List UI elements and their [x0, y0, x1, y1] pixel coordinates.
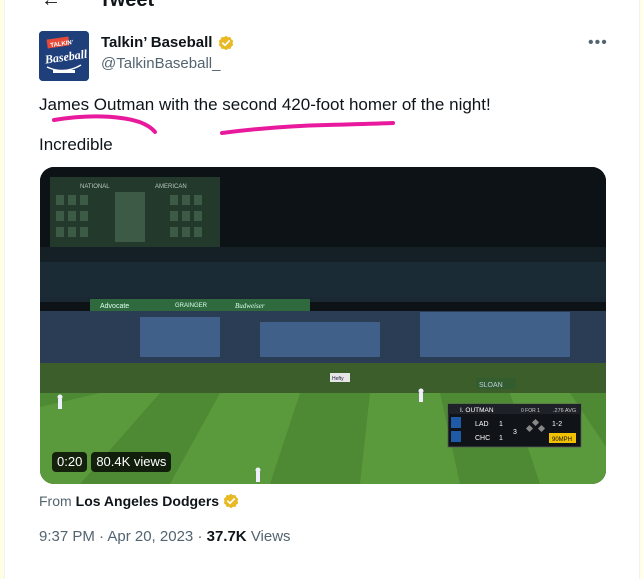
meta-separator: ·	[197, 528, 203, 545]
avatar[interactable]: TALKIN' Baseball	[39, 31, 89, 81]
verified-badge-icon	[218, 35, 234, 51]
video-elapsed-time: 0:20	[52, 452, 88, 472]
sign-budweiser: Budweiser	[235, 302, 265, 310]
source-account-link[interactable]: Los Angeles Dodgers	[76, 492, 219, 510]
view-count: 37.7K	[206, 528, 247, 545]
tweet-text-line-2: Incredible	[39, 135, 113, 154]
page-title: Tweet	[99, 0, 155, 11]
scoreboard-label-right: AMERICAN	[155, 184, 187, 190]
tweet-meta: 9:37 PM · Apr 20, 2023 · 37.7K Views	[39, 528, 291, 546]
talkin-baseball-logo: TALKIN' Baseball	[39, 31, 89, 81]
scorebug-count: 1-2	[552, 421, 562, 428]
views-label: Views	[250, 528, 291, 545]
scorebug-pitch-speed: 90MPH	[552, 437, 572, 443]
video-view-count: 80.4K views	[91, 452, 172, 472]
video-frame: NATIONAL AMERICAN Advocate GRAINGER Budw…	[40, 167, 606, 484]
from-label: From	[39, 493, 72, 509]
video-info-badges: 0:20 80.4K views	[52, 452, 172, 472]
scorebug-team-1: LAD	[475, 421, 489, 428]
sign-hefty: Hefty	[332, 376, 344, 382]
tweet-detail-panel: ← Tweet TALKIN' Baseball Talkin’ Basebal…	[4, 0, 640, 579]
highlight-underline-distance	[220, 121, 395, 135]
scorebug-team-2: CHC	[475, 435, 490, 442]
author-display-name[interactable]: Talkin’ Baseball	[101, 34, 212, 52]
media-source-row: From Los Angeles Dodgers	[39, 492, 239, 510]
scorebug-score-2: 1	[499, 435, 503, 442]
sign-advocate: Advocate	[100, 303, 129, 310]
verified-badge-icon	[223, 493, 239, 509]
sign-sloan: SLOAN	[479, 382, 503, 389]
scorebug-batter: I. OUTMAN	[460, 407, 494, 414]
sign-grainger: GRAINGER	[175, 303, 208, 309]
more-options-icon[interactable]: •••	[588, 35, 608, 51]
scoreboard-label-left: NATIONAL	[80, 184, 110, 190]
highlight-underline-name	[52, 114, 157, 134]
top-bar: ← Tweet	[5, 0, 639, 12]
tweet-timestamp[interactable]: 9:37 PM · Apr 20, 2023	[39, 528, 193, 545]
author-handle[interactable]: @TalkinBaseball_	[101, 55, 220, 73]
scorebug-score-1: 1	[499, 421, 503, 428]
back-arrow-icon[interactable]: ←	[41, 0, 61, 10]
scorebug-batter-stat: 0 FOR 1	[521, 408, 540, 414]
video-player[interactable]: NATIONAL AMERICAN Advocate GRAINGER Budw…	[40, 167, 606, 484]
scorebug-avg: .276 AVG	[553, 408, 576, 414]
scorebug-inning: 3	[513, 429, 517, 436]
scorebug: I. OUTMAN 0 FOR 1 .276 AVG LAD 1 CHC 1 3…	[447, 403, 582, 448]
